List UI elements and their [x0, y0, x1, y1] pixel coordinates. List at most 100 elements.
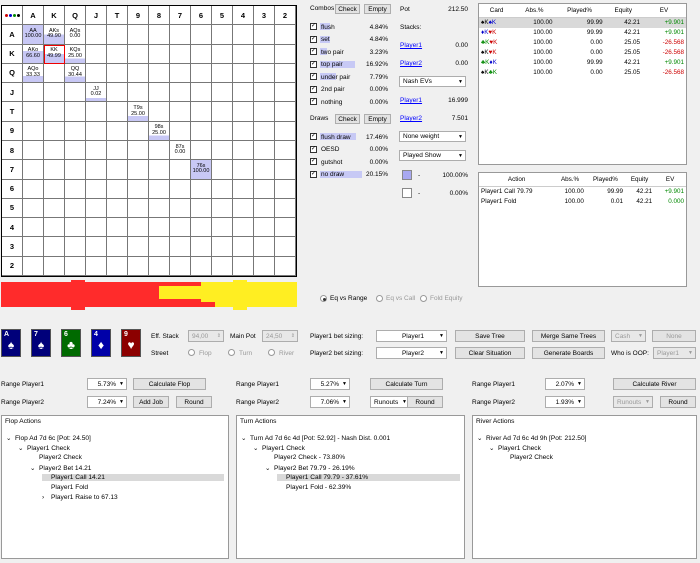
hand-cell[interactable] [44, 256, 65, 276]
hand-cell[interactable] [86, 160, 107, 180]
equity-mode-radio[interactable] [420, 295, 427, 302]
table-row[interactable]: Player1 Call 79.79 100.00 99.99 42.21 +9.901 [479, 187, 686, 197]
combos-checkbox[interactable]: ✓ [310, 73, 317, 80]
hand-cell[interactable] [212, 141, 233, 161]
hand-cell[interactable] [149, 160, 170, 180]
hand-cell[interactable]: T9s 25.00 [128, 102, 149, 122]
tree-node[interactable]: ⌄ Flop Ad 7d 6c [Pot: 24.50] [6, 434, 91, 442]
hand-cell[interactable] [212, 63, 233, 84]
street-radio[interactable] [228, 349, 235, 356]
hand-cell[interactable] [212, 83, 233, 103]
table-header[interactable]: EV [654, 173, 686, 187]
hand-cell[interactable] [86, 179, 107, 199]
hand-cell[interactable] [128, 63, 149, 84]
hand-cell[interactable] [254, 83, 275, 103]
table-header[interactable]: Equity [624, 173, 655, 187]
hand-cell[interactable] [191, 63, 212, 84]
hand-cell[interactable] [44, 121, 65, 141]
street-radio[interactable] [268, 349, 275, 356]
hand-cell[interactable] [254, 160, 275, 180]
round-button[interactable]: Round [407, 396, 443, 408]
hand-cell[interactable] [65, 237, 86, 257]
hand-cell[interactable] [233, 256, 254, 276]
hand-cell[interactable] [65, 121, 86, 141]
hand-cell[interactable] [65, 141, 86, 161]
hand-cell[interactable] [149, 198, 170, 219]
hand-cell[interactable] [275, 102, 296, 122]
hand-cell[interactable] [275, 237, 296, 257]
none-button[interactable]: None [652, 330, 696, 342]
tree-node[interactable]: Player1 Call 14.21 [42, 474, 224, 481]
hand-cell[interactable] [233, 179, 254, 199]
hand-cell[interactable] [254, 218, 275, 238]
range-p1-select[interactable]: 5.73% ▼ [87, 378, 127, 390]
hand-cell[interactable] [65, 256, 86, 276]
hand-cell[interactable] [86, 237, 107, 257]
hand-cell[interactable] [107, 63, 128, 84]
hand-cell[interactable] [233, 102, 254, 122]
hand-cell[interactable] [44, 63, 65, 84]
tree-node[interactable]: ⌄ Player1 Check [253, 444, 305, 452]
table-header[interactable]: Abs.% [554, 173, 586, 187]
generate-boards-button[interactable]: Generate Boards [532, 347, 605, 359]
hand-cell[interactable] [212, 218, 233, 238]
table-header[interactable]: EV [641, 4, 686, 18]
hand-cell[interactable] [191, 121, 212, 141]
range-p2-select[interactable]: 7.06% ▼ [310, 396, 350, 408]
table-header[interactable]: Played% [585, 173, 625, 187]
hand-cell[interactable] [212, 102, 233, 122]
board-card[interactable]: A ♠ [1, 329, 21, 357]
hand-cell[interactable] [149, 179, 170, 199]
hand-cell[interactable] [149, 63, 170, 84]
hand-cell[interactable] [275, 160, 296, 180]
combos-checkbox[interactable]: ✓ [310, 35, 317, 43]
hand-cell[interactable] [149, 141, 170, 161]
range-p2-select[interactable]: 7.24% ▼ [87, 396, 127, 408]
hand-cell[interactable] [149, 44, 170, 64]
player1-stack-link[interactable]: Player1 [400, 42, 422, 49]
hand-cell[interactable] [233, 237, 254, 257]
hand-cell[interactable] [170, 218, 191, 238]
table-header[interactable]: Played% [554, 4, 605, 18]
hand-cell[interactable] [170, 198, 191, 219]
hand-cell[interactable] [254, 44, 275, 64]
hand-cell[interactable] [191, 83, 212, 103]
hand-cell[interactable] [233, 141, 254, 161]
main-pot-input[interactable]: 24,50 ⇕ [262, 330, 298, 342]
hand-cell[interactable] [170, 83, 191, 103]
hand-cell[interactable] [86, 218, 107, 238]
hand-cell[interactable] [191, 179, 212, 199]
hand-cell[interactable] [275, 198, 296, 219]
combos-checkbox[interactable]: ✓ [310, 48, 317, 55]
hand-cell[interactable] [23, 83, 44, 103]
equity-mode-radio[interactable] [376, 295, 383, 302]
hand-cell[interactable] [44, 198, 65, 219]
hand-cell[interactable] [149, 102, 170, 122]
hand-cell[interactable] [86, 44, 107, 64]
game-type-select[interactable]: Cash ▼ [611, 330, 646, 342]
hand-cell[interactable] [44, 160, 65, 180]
hand-cell[interactable] [275, 44, 296, 64]
hand-cell[interactable] [107, 25, 128, 45]
hand-cell[interactable] [23, 237, 44, 257]
p2-sizing-select[interactable]: Player2 ▼ [376, 347, 447, 359]
hand-cell[interactable] [107, 102, 128, 122]
hand-cell[interactable] [86, 25, 107, 45]
hand-cell[interactable] [233, 44, 254, 64]
hand-cell[interactable] [275, 256, 296, 276]
draws-check-button[interactable]: Check [335, 114, 360, 124]
table-header[interactable]: Card [479, 4, 515, 18]
combos-checkbox[interactable]: ✓ [310, 60, 317, 68]
hand-cell[interactable] [170, 44, 191, 64]
tree-node[interactable]: ⌄ Turn Ad 7d 6c 4d [Pot: 52.92] - Nash Di… [241, 434, 390, 442]
hand-cell[interactable] [149, 256, 170, 276]
range-p2-select[interactable]: 1.93% ▼ [545, 396, 585, 408]
who-oop-select[interactable]: Player1 ▼ [653, 347, 696, 359]
table-header[interactable]: Action [479, 173, 555, 187]
hand-cell[interactable] [128, 121, 149, 141]
hand-cell[interactable] [212, 121, 233, 141]
hand-cell[interactable] [191, 44, 212, 64]
clear-situation-button[interactable]: Clear Situation [455, 347, 525, 359]
hand-cell[interactable] [107, 83, 128, 103]
hand-cell[interactable] [233, 83, 254, 103]
